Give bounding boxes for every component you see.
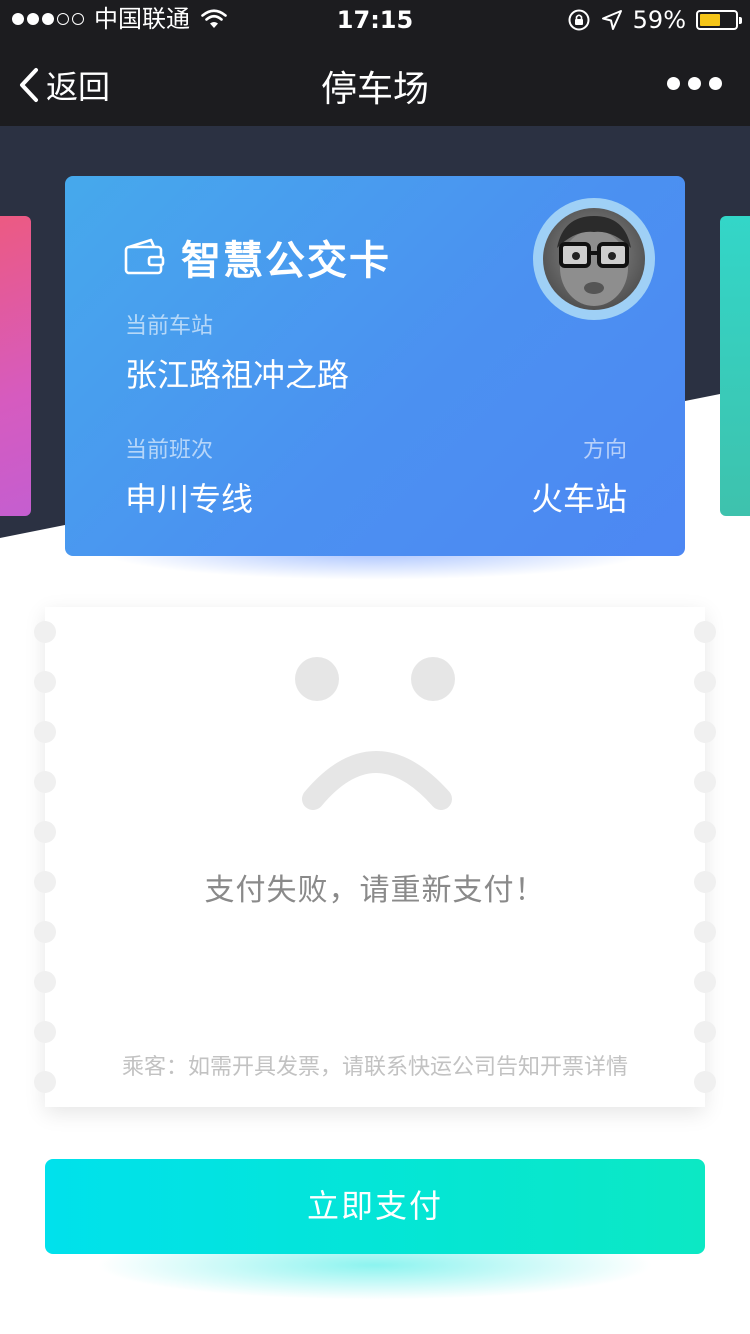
battery-level bbox=[700, 14, 720, 26]
direction-label: 方向 bbox=[582, 438, 627, 463]
orientation-lock-icon bbox=[568, 9, 590, 31]
station-label: 当前车站 bbox=[125, 314, 214, 339]
battery-percent: 59% bbox=[632, 6, 686, 34]
status-bar: 中国联通 17:15 59% bbox=[0, 0, 750, 40]
ticket-notch bbox=[34, 971, 56, 993]
ticket-notch bbox=[34, 1021, 56, 1043]
next-card-peek[interactable] bbox=[720, 216, 750, 516]
ticket-notch bbox=[34, 921, 56, 943]
card-header: 智慧公交卡 bbox=[123, 228, 391, 286]
route-value: 申川专线 bbox=[125, 480, 254, 518]
payment-failed-message: 支付失败，请重新支付！ bbox=[204, 873, 546, 908]
invoice-note: 乘客：如需开具发票，请联系快运公司告知开票详情 bbox=[121, 1055, 628, 1080]
more-menu-icon[interactable] bbox=[667, 77, 722, 90]
ticket-notch bbox=[694, 1021, 716, 1043]
payment-result-ticket: 支付失败，请重新支付！ 乘客：如需开具发票，请联系快运公司告知开票详情 bbox=[34, 607, 716, 1107]
direction-value: 火车站 bbox=[530, 480, 627, 518]
pay-now-button[interactable]: 立即支付 bbox=[45, 1159, 705, 1254]
wallet-icon bbox=[124, 238, 165, 275]
page-title: 停车场 bbox=[320, 69, 429, 110]
battery-icon bbox=[696, 10, 742, 30]
navigation-bar: 返回 停车场 bbox=[0, 40, 750, 126]
avatar-photo bbox=[543, 208, 645, 310]
avatar[interactable] bbox=[533, 198, 655, 320]
location-arrow-icon bbox=[601, 10, 622, 30]
route-label: 当前班次 bbox=[125, 438, 214, 463]
station-value: 张江路祖冲之路 bbox=[125, 356, 350, 394]
card-title: 智慧公交卡 bbox=[181, 238, 391, 284]
ticket-notch bbox=[694, 921, 716, 943]
status-right: 59% bbox=[567, 6, 742, 34]
bus-card[interactable]: 智慧公交卡 当前车站 张江路祖冲之路 当前班次 申川专线 方向 火车站 bbox=[65, 176, 685, 556]
ticket-notch bbox=[694, 971, 716, 993]
sad-face-icon bbox=[295, 657, 455, 810]
previous-card-peek[interactable] bbox=[0, 216, 31, 516]
